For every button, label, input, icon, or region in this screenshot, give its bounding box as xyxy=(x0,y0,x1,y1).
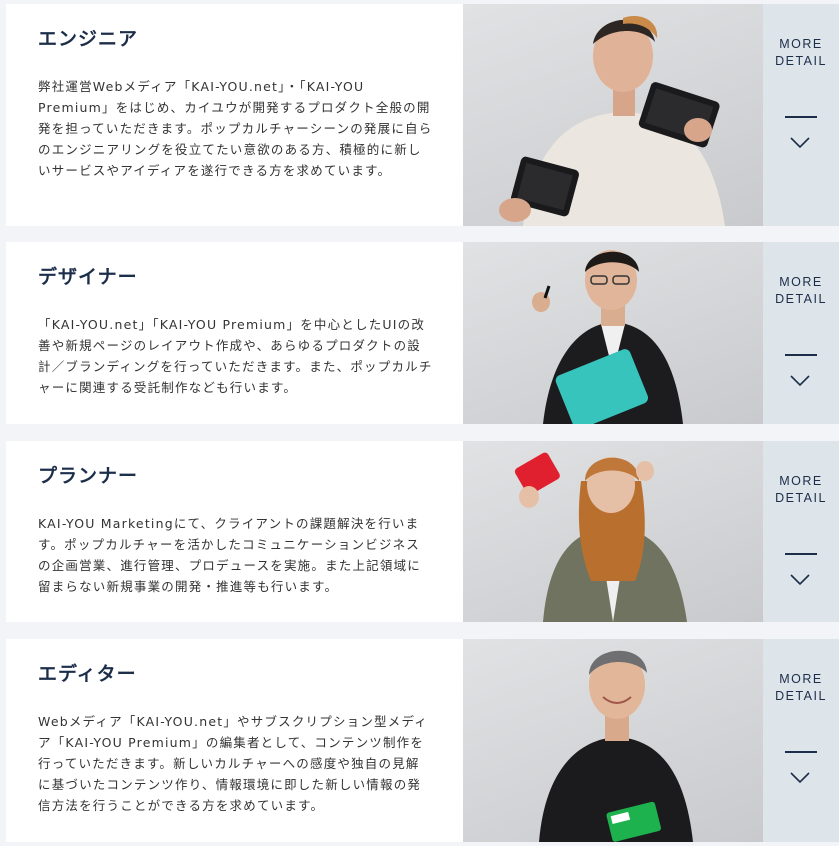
job-text: プランナー KAI-YOU Marketingにて、クライアントの課題解決を行い… xyxy=(6,441,463,622)
job-description: KAI-YOU Marketingにて、クライアントの課題解決を行います。ポップ… xyxy=(38,516,421,594)
more-detail-label: MORE DETAIL xyxy=(775,672,827,703)
job-description: 弊社運営Webメディア「KAI-YOU.net」・「KAI-YOU Premiu… xyxy=(38,79,433,178)
chevron-down-icon xyxy=(790,772,810,784)
chevron-down-icon xyxy=(790,375,810,387)
divider xyxy=(785,354,817,356)
divider xyxy=(785,116,817,118)
editor-photo-illustration xyxy=(539,650,693,842)
job-title: エディター xyxy=(38,663,137,685)
job-description: 「KAI-YOU.net」「KAI-YOU Premium」を中心としたUIの改… xyxy=(38,317,433,395)
job-photo xyxy=(463,639,763,842)
job-title: エンジニア xyxy=(38,28,139,50)
job-text: エディター Webメディア「KAI-YOU.net」やサブスクリプション型メディ… xyxy=(6,639,463,842)
more-detail-label: MORE DETAIL xyxy=(775,474,827,505)
engineer-photo-illustration xyxy=(499,16,725,226)
job-card-planner: プランナー KAI-YOU Marketingにて、クライアントの課題解決を行い… xyxy=(6,441,839,622)
job-title: デザイナー xyxy=(38,266,138,288)
job-list: エンジニア 弊社運営Webメディア「KAI-YOU.net」・「KAI-YOU … xyxy=(0,0,839,846)
more-detail-button[interactable]: MORE DETAIL xyxy=(763,639,839,842)
job-text: エンジニア 弊社運営Webメディア「KAI-YOU.net」・「KAI-YOU … xyxy=(6,4,463,226)
job-description: Webメディア「KAI-YOU.net」やサブスクリプション型メディア「KAI-… xyxy=(38,714,428,813)
more-detail-button[interactable]: MORE DETAIL xyxy=(763,242,839,424)
job-card-designer: デザイナー 「KAI-YOU.net」「KAI-YOU Premium」を中心と… xyxy=(6,242,839,424)
job-photo xyxy=(463,242,763,424)
job-card-editor: エディター Webメディア「KAI-YOU.net」やサブスクリプション型メディ… xyxy=(6,639,839,842)
more-detail-button[interactable]: MORE DETAIL xyxy=(763,4,839,226)
job-photo xyxy=(463,4,763,226)
more-detail-button[interactable]: MORE DETAIL xyxy=(763,441,839,622)
more-detail-label: MORE DETAIL xyxy=(775,37,827,68)
job-photo xyxy=(463,441,763,622)
planner-photo-illustration xyxy=(514,452,687,622)
job-title: プランナー xyxy=(38,465,139,487)
divider xyxy=(785,751,817,753)
job-text: デザイナー 「KAI-YOU.net」「KAI-YOU Premium」を中心と… xyxy=(6,242,463,424)
more-detail-label: MORE DETAIL xyxy=(775,275,827,306)
chevron-down-icon xyxy=(790,137,810,149)
chevron-down-icon xyxy=(790,574,810,586)
job-card-engineer: エンジニア 弊社運営Webメディア「KAI-YOU.net」・「KAI-YOU … xyxy=(6,4,839,226)
designer-photo-illustration xyxy=(532,250,683,424)
divider xyxy=(785,553,817,555)
